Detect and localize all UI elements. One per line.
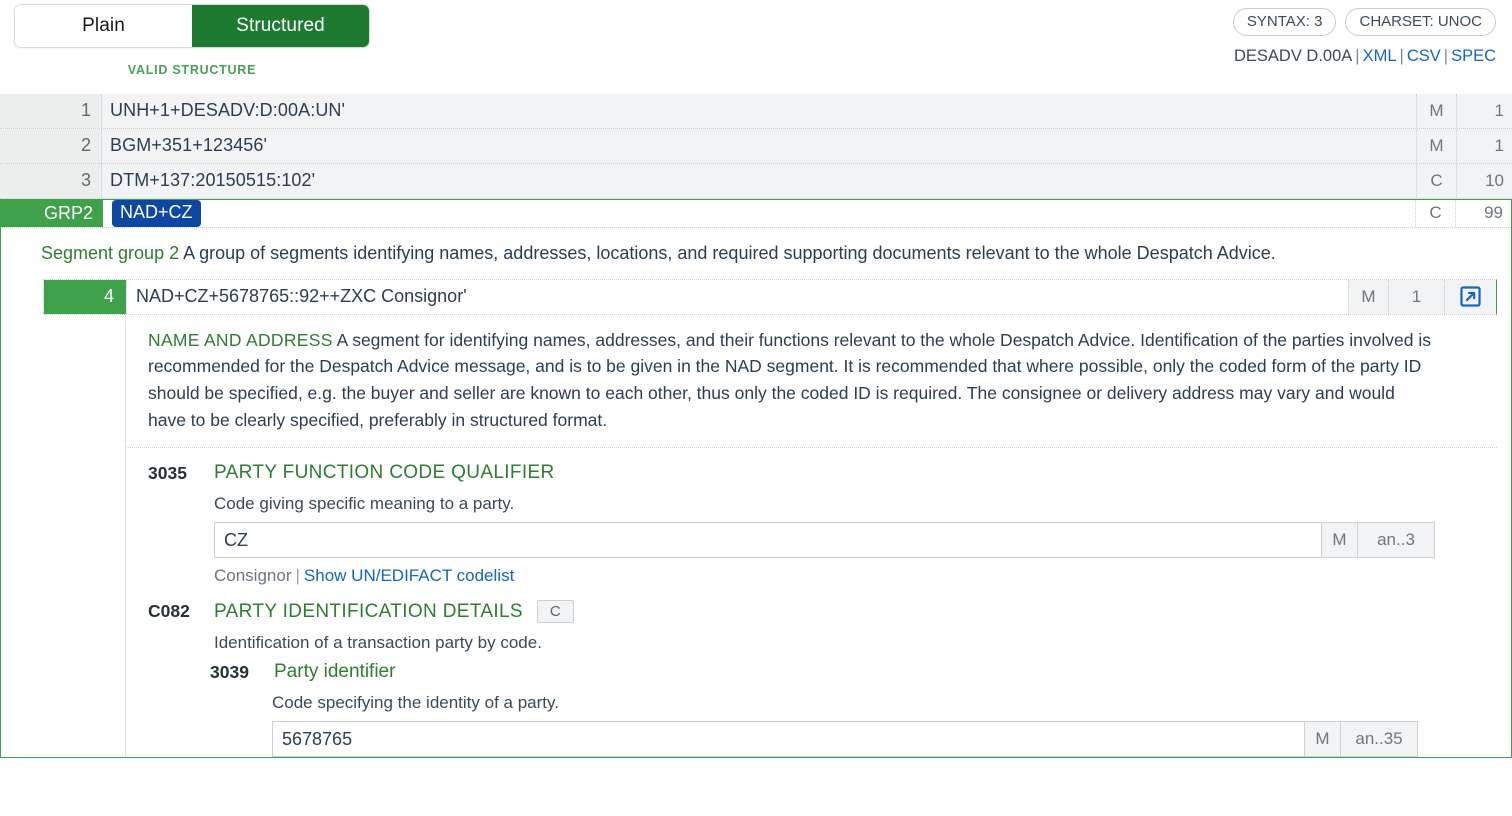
field-status: M	[1321, 522, 1357, 559]
meta-separator-3: |	[1443, 47, 1449, 65]
message-meta: DESADV D.00A | XML | CSV | SPEC	[1234, 47, 1496, 66]
field-format: an..3	[1357, 522, 1435, 559]
edi-structure-list: 1 UNH+1+DESADV:D:00A:UN' M 1 2 BGM+351+1…	[0, 94, 1512, 759]
field-code: 3035	[148, 462, 187, 483]
segment-text: NAD+CZ+5678765::92++ZXC Consignor'	[126, 279, 1348, 314]
segment-text: DTM+137:20150515:102'	[110, 170, 316, 190]
line-number: 1	[0, 94, 102, 128]
field-c082: C082 PARTY IDENTIFICATION DETAILS C Iden…	[126, 586, 1497, 758]
field-description: Identification of a transaction party by…	[214, 633, 542, 653]
field-description: Code giving specific meaning to a party.	[214, 494, 515, 514]
field-title[interactable]: PARTY IDENTIFICATION DETAILS	[214, 601, 523, 623]
segment-header-row[interactable]: 4 NAD+CZ+5678765::92++ZXC Consignor' M 1	[43, 278, 1497, 315]
open-in-new-button[interactable]	[1444, 279, 1496, 314]
table-row[interactable]: 1 UNH+1+DESADV:D:00A:UN' M 1	[0, 94, 1512, 129]
message-type-label: DESADV D.00A	[1234, 47, 1353, 65]
field-code: 3039	[210, 661, 249, 682]
field-format: an..35	[1340, 721, 1418, 758]
link-xml[interactable]: XML	[1363, 47, 1397, 65]
segment-text: BGM+351+123456'	[110, 135, 268, 155]
field-header: 3035 PARTY FUNCTION CODE QUALIFIER	[148, 462, 1497, 484]
table-row[interactable]: 3 DTM+137:20150515:102' C 10	[0, 164, 1512, 199]
segment-group-header[interactable]: GRP2 NAD+CZ C 99	[1, 200, 1511, 228]
footnote-separator: |	[295, 566, 300, 586]
segment-repeat: 1	[1388, 279, 1444, 314]
group-status: C	[1415, 200, 1455, 227]
segment-description-name: NAME AND ADDRESS	[148, 329, 333, 350]
group-repeat: 99	[1455, 200, 1511, 227]
field-status: M	[1304, 721, 1340, 758]
field-input-row: CZ M an..3	[214, 522, 1435, 559]
segment-detail-body: NAME AND ADDRESS A segment for identifyi…	[125, 314, 1497, 758]
line-number: 4	[44, 279, 126, 314]
link-spec[interactable]: SPEC	[1451, 47, 1496, 65]
segment-repeat: 1	[1456, 94, 1512, 128]
chip-syntax[interactable]: SYNTAX: 3	[1232, 8, 1337, 36]
syntax-chips: SYNTAX: 3 CHARSET: UNOC	[1232, 8, 1496, 36]
tab-structured[interactable]: Structured	[192, 5, 369, 47]
field-status-badge: C	[536, 600, 574, 624]
link-csv[interactable]: CSV	[1407, 47, 1441, 65]
segment-status: C	[1416, 164, 1456, 198]
field-footnote: Consignor | Show UN/EDIFACT codelist	[214, 566, 1497, 586]
meta-separator-2: |	[1399, 47, 1404, 65]
segment-status: M	[1348, 279, 1388, 314]
segment-status: M	[1416, 94, 1456, 128]
segment-description-text: A segment for identifying names, address…	[148, 329, 1431, 430]
status-badge[interactable]: NAD+CZ	[112, 200, 201, 227]
field-description: Code specifying the identity of a party.	[272, 693, 559, 713]
group-description-text: A group of segments identifying names, a…	[183, 242, 1276, 263]
table-row[interactable]: 2 BGM+351+123456' M 1	[0, 129, 1512, 164]
segment-text: UNH+1+DESADV:D:00A:UN'	[110, 100, 346, 120]
field-title[interactable]: Party identifier	[274, 661, 395, 683]
segment-description: NAME AND ADDRESS A segment for identifyi…	[126, 315, 1497, 449]
field-header: 3039 Party identifier	[210, 661, 1497, 683]
segment-group-grp2: GRP2 NAD+CZ C 99 Segment group 2 A group…	[0, 199, 1512, 759]
edi-viewer-page: Plain Structured VALID STRUCTURE SYNTAX:…	[0, 0, 1512, 816]
field-value-input[interactable]: CZ	[214, 522, 1321, 559]
field-3039: 3039 Party identifier Code specifying th…	[210, 661, 1497, 758]
chip-charset[interactable]: CHARSET: UNOC	[1345, 8, 1496, 36]
segment-repeat: 10	[1456, 164, 1512, 198]
segment-card-nad: 4 NAD+CZ+5678765::92++ZXC Consignor' M 1	[42, 278, 1497, 758]
group-description-name: Segment group 2	[41, 242, 180, 263]
segment-repeat: 1	[1456, 129, 1512, 163]
field-code-meaning: Consignor	[214, 566, 292, 586]
field-code: C082	[148, 601, 190, 622]
view-mode-toggle[interactable]: Plain Structured	[14, 4, 370, 48]
tab-plain[interactable]: Plain	[15, 5, 192, 47]
field-title[interactable]: PARTY FUNCTION CODE QUALIFIER	[214, 462, 555, 484]
field-3035: 3035 PARTY FUNCTION CODE QUALIFIER Code …	[126, 448, 1497, 586]
meta-separator-1: |	[1355, 47, 1360, 65]
line-number: 2	[0, 129, 102, 163]
group-tag: GRP2	[1, 200, 103, 227]
show-codelist-link[interactable]: Show UN/EDIFACT codelist	[304, 566, 514, 585]
field-input-row: 5678765 M an..35	[272, 721, 1418, 758]
field-value-input[interactable]: 5678765	[272, 721, 1304, 758]
field-header: C082 PARTY IDENTIFICATION DETAILS C	[148, 600, 1497, 624]
page-header: Plain Structured VALID STRUCTURE SYNTAX:…	[0, 0, 1512, 92]
validation-status: VALID STRUCTURE	[127, 63, 257, 77]
segment-status: M	[1416, 129, 1456, 163]
external-link-icon	[1460, 286, 1481, 307]
line-number: 3	[0, 164, 102, 198]
group-trigger-segment: NAD+CZ	[103, 200, 1415, 227]
group-description: Segment group 2 A group of segments iden…	[1, 228, 1511, 279]
